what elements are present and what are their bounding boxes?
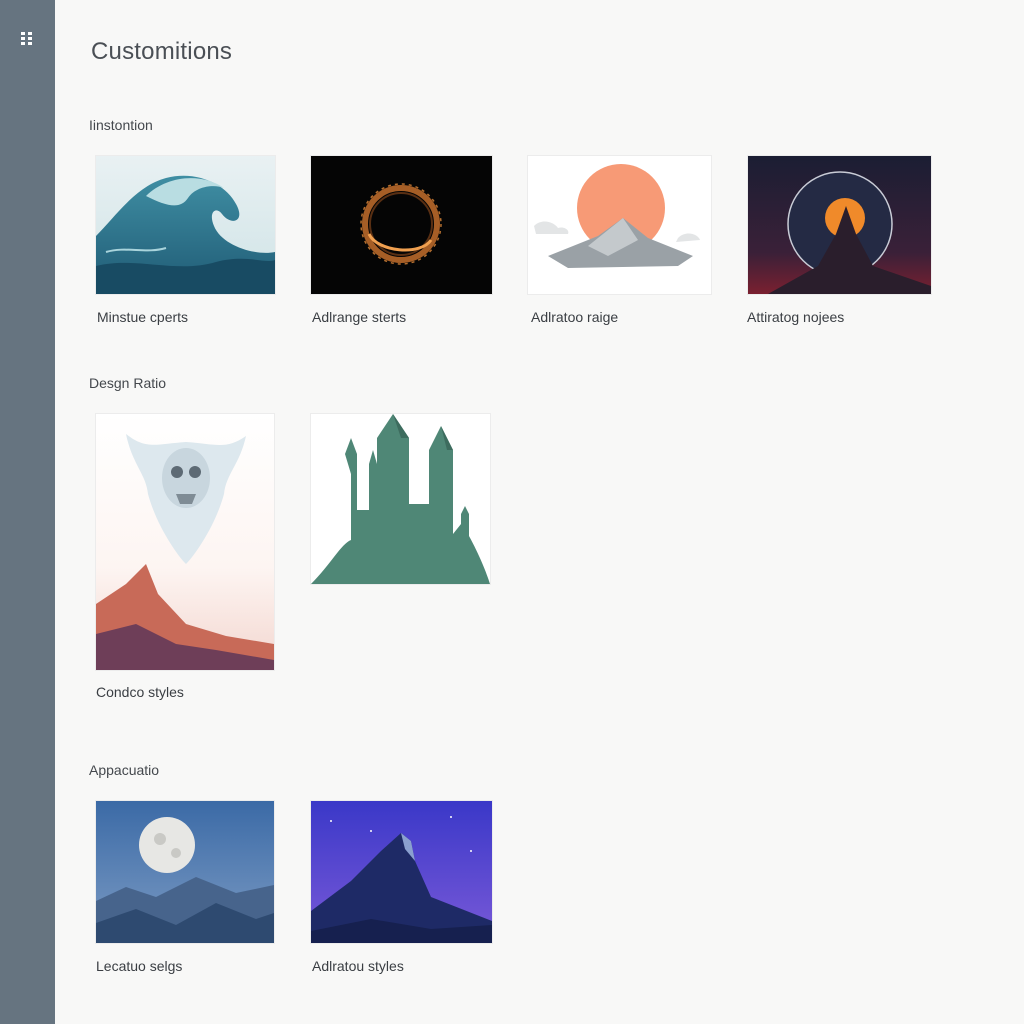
purple-peak-illustration (310, 800, 493, 944)
card-glowing-ring[interactable]: Adlrange sterts (310, 155, 493, 325)
card-purple-peak[interactable]: Adlratou styles (310, 800, 493, 974)
card-label: Adlratou styles (312, 958, 404, 974)
full-moon-mountains-illustration (95, 800, 275, 944)
sidebar (0, 0, 55, 1024)
glowing-ring-illustration (310, 155, 493, 295)
ghost-over-mountains-illustration (95, 413, 275, 671)
card-label: Lecatuo selgs (96, 958, 183, 974)
moon-volcano-illustration (747, 155, 932, 295)
card-label: Attiratog nojees (747, 309, 845, 325)
section-title-1: Iinstontion (89, 117, 153, 133)
card-sun-mountain[interactable]: Adlratoo raige (527, 155, 712, 325)
card-label: Condco styles (96, 684, 184, 700)
card-label: Minstue cperts (97, 309, 189, 325)
main-content: Customitions Iinstontion Minstue cperts (55, 0, 1024, 1024)
grid-menu-icon[interactable] (20, 31, 34, 45)
card-green-castle[interactable] (310, 413, 491, 585)
sun-over-mountain-illustration (527, 155, 712, 295)
green-castle-illustration (310, 413, 491, 585)
card-ocean-wave[interactable]: Minstue cperts (95, 155, 276, 325)
card-label: Adlratoo raige (531, 309, 619, 325)
section-title-2: Desgn Ratio (89, 375, 167, 391)
card-label: Adlrange sterts (312, 309, 407, 325)
card-full-moon[interactable]: Lecatuo selgs (95, 800, 275, 974)
ocean-wave-illustration (95, 155, 276, 295)
card-ghost-mountains[interactable]: Condco styles (95, 413, 275, 700)
section-title-3: Appacuatio (89, 762, 160, 778)
page-title: Customitions (91, 38, 233, 65)
card-moon-volcano[interactable]: Attiratog nojees (747, 155, 932, 325)
